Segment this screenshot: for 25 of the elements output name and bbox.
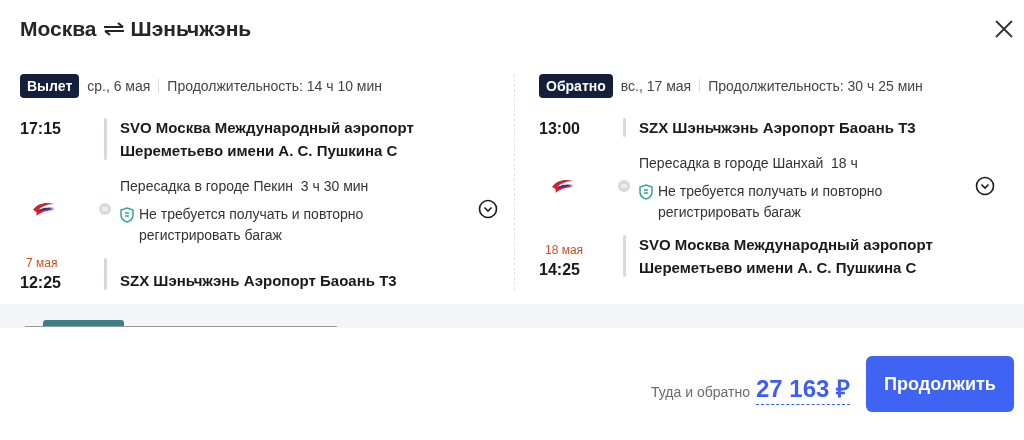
arrival-time: 12:25 xyxy=(20,274,62,292)
origin-city: Москва xyxy=(20,17,97,41)
departure-airport: SZX Шэньчжэнь Аэропорт Баоань T3 xyxy=(639,118,917,138)
leg-badge: Вылет xyxy=(20,74,80,98)
baggage-note: Не требуется получать и повторно регистрировать багаж xyxy=(658,182,884,222)
departure-time: 17:15 xyxy=(20,120,62,138)
departure-airport: SVO Москва Международный аэропорт Шереметьево имени А. С. Пушкина C xyxy=(120,118,415,161)
leg-duration: Продолжительность: 14 ч 10 мин xyxy=(167,78,382,94)
leg-badge: Обратно xyxy=(539,74,613,98)
leg-date: вс., 17 мая xyxy=(620,78,692,94)
arrival-time: 14:25 xyxy=(539,261,581,279)
transfer-info: Пересадка в городе Пекин 3 ч 30 мин xyxy=(120,177,370,196)
arrival-date: 18 мая xyxy=(545,243,585,257)
price-label: Туда и обратно xyxy=(651,384,750,400)
arrival-airport: SZX Шэньчжэнь Аэропорт Баоань T3 xyxy=(120,271,398,291)
destination-city: Шэньчжэнь xyxy=(130,17,252,41)
leg-duration: Продолжительность: 30 ч 25 мин xyxy=(708,78,923,94)
arrival-date: 7 мая xyxy=(26,256,59,270)
departure-time: 13:00 xyxy=(539,120,581,138)
leg-date: ср., 6 мая xyxy=(87,78,151,94)
arrival-airport: SVO Москва Международный аэропорт Шереметьево имени А. С. Пушкина C xyxy=(639,235,934,278)
continue-button[interactable]: Продолжить xyxy=(866,356,1014,412)
transfer-info: Пересадка в городе Шанхай 18 ч xyxy=(639,154,859,173)
total-price[interactable]: 27 163 ₽ xyxy=(755,371,850,405)
baggage-note: Не требуется получать и повторно регистрировать багаж xyxy=(139,205,365,245)
